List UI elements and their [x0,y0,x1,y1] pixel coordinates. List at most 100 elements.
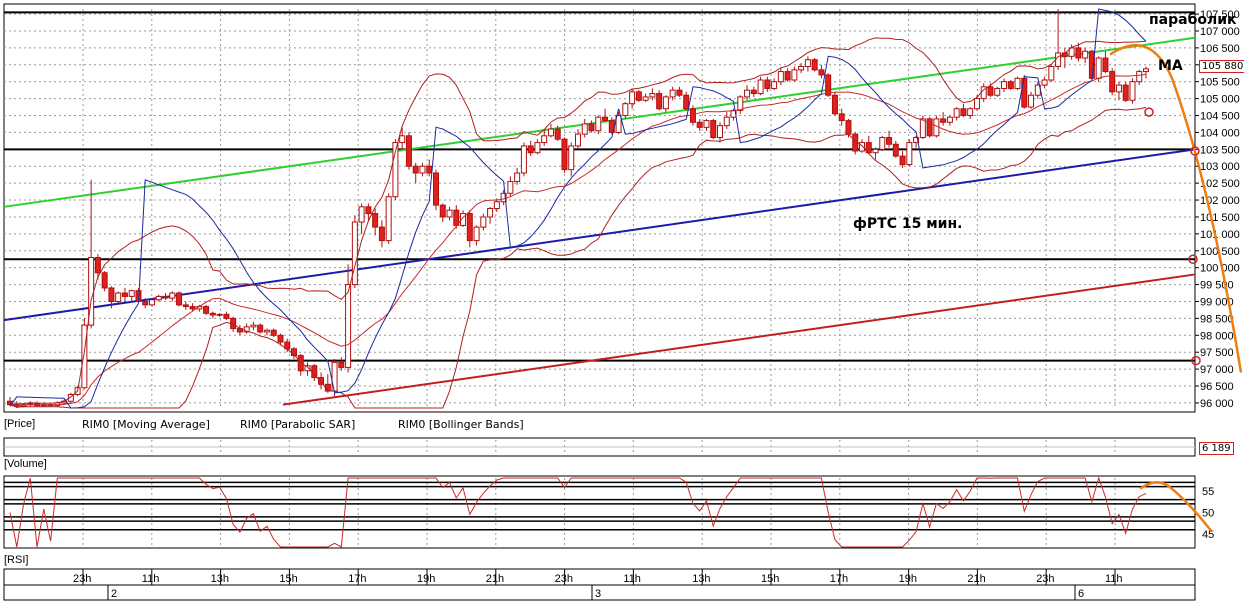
candle-body [717,125,723,138]
candle-body [270,329,277,336]
candle-body [433,172,439,206]
candle-body [189,306,196,310]
candle-body [744,89,751,98]
candle-body [595,116,602,132]
candle-body [635,91,642,101]
candle-body [405,135,412,167]
candle-body [1055,52,1062,67]
legend-moving-average: RIM0 [Moving Average] [82,418,210,431]
chart-title: фРТС 15 мин. [853,216,963,232]
candle-body [263,329,270,333]
y-tick-label: 99 500 [1200,280,1234,292]
x-tick-label: 21h [967,573,985,585]
candle-body [831,94,838,115]
rsi-line [9,476,1147,548]
candle-body [426,165,433,174]
candle-body [987,86,994,96]
y-tick-label: 103 500 [1200,144,1240,156]
x-tick-label: 11h [1105,573,1123,585]
candle-body [121,292,128,297]
volume-pane-label: [Volume] [4,458,47,470]
candle-body [250,324,257,328]
candle-body [622,103,629,117]
candle-body [1102,57,1109,73]
x-tick-label: 19h [417,573,435,585]
candle-body [994,87,1001,96]
candle-body [473,226,480,242]
day-label: 2 [111,588,117,600]
rsi-pane-label: [RSI] [4,554,29,566]
candle-body [338,361,345,368]
candle-body [784,71,791,81]
x-tick-label: 13h [692,573,710,585]
candle-body [561,138,568,171]
candle-body [804,59,811,67]
candle-body [629,91,636,105]
candle-body [838,113,845,122]
parabolic-annotation: параболик [1149,12,1237,28]
candle-body [1014,77,1021,89]
candle-body [656,93,663,110]
candle-body [216,313,223,316]
legend-bollinger-bands: RIM0 [Bollinger Bands] [398,418,524,431]
candle-body [1136,71,1143,83]
candle-body [277,334,284,343]
candle-body [1082,50,1089,59]
candle-body [683,94,690,110]
y-tick-label: 105 500 [1200,77,1240,89]
candle-body [757,79,764,95]
candle-body [358,206,365,223]
candle-body [101,272,108,289]
day-label: 3 [595,588,601,600]
candle-body [568,145,575,171]
candle-body [811,59,818,71]
candle-body [723,116,730,127]
candle-body [737,96,744,111]
x-tick-label: 15h [279,573,297,585]
candle-body [777,71,784,83]
candle-body [581,123,588,135]
y-tick-label: 97 500 [1200,347,1234,359]
candle-body [588,123,595,132]
y-tick-label: 106 500 [1200,43,1240,55]
candle-body [1109,71,1116,93]
candle-body [155,295,162,301]
volume-badge: 6 189 [1199,442,1234,455]
candle-body [906,142,913,166]
candle-body [351,221,358,286]
candle-body [115,292,122,302]
x-tick-label: 17h [348,573,366,585]
candle-body [879,136,886,150]
y-tick-label: 98 000 [1200,330,1234,342]
x-tick-label: 23h [1036,573,1054,585]
candle-body [710,120,717,138]
candle-body [493,201,500,210]
candle-body [825,74,832,96]
x-tick-label: 17h [830,573,848,585]
moving-average-line [9,73,1147,407]
legend-price: [Price] [4,418,36,430]
x-tick-label: 15h [761,573,779,585]
candle-body [872,148,879,154]
candle-body [892,143,899,157]
candle-body [1115,84,1122,93]
candle-body [696,121,703,128]
y-tick-label: 105 000 [1200,94,1240,106]
candle-body [1122,84,1129,101]
candle-body [642,96,649,101]
candle-body [953,108,960,118]
candle-body [960,108,967,117]
candle-body [419,165,426,174]
candle-body [547,128,554,137]
candle-body [142,300,149,306]
candle-body [385,196,392,242]
candle-body [1075,47,1082,59]
x-tick-label: 11h [623,573,641,585]
price-badge: 105 880 [1199,60,1244,73]
candle-body [1129,81,1136,101]
y-tick-label: 104 500 [1200,111,1240,123]
candle-body [399,135,406,144]
day-label: 6 [1078,588,1084,600]
candle-body [798,65,805,71]
candle-body [149,299,155,306]
